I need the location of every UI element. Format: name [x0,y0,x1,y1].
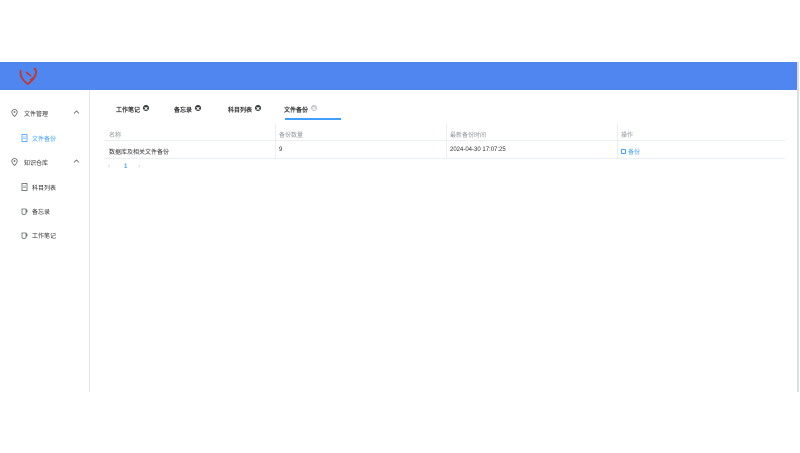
backup-button[interactable]: 备份 [621,147,640,156]
chevron-up-icon [73,110,80,114]
cell-name: 数据库及相关文件备份 [109,150,170,156]
column-header-count: 备份数量 [279,133,304,139]
window-right-edge [797,62,799,392]
table-header-row: 名称 备份数量 最新备份时间 操作 [104,124,785,141]
sidebar-group-file-management[interactable]: 文件管理 [0,102,89,124]
app-window: 文件管理 文件备份 知识仓库 科目列表 备忘录 工作笔记 工作笔记 备忘录 科目… [0,62,797,392]
tab-label: 备忘录 [174,108,193,114]
chevron-up-icon [73,159,80,163]
close-icon[interactable] [311,105,317,111]
tab-label: 科目列表 [228,108,253,114]
close-icon[interactable] [255,105,261,111]
sidebar-item-label: 科目列表 [32,186,57,192]
cell-count: 9 [279,147,283,153]
cup-icon [21,232,28,239]
document-icon [21,183,28,191]
sidebar-item-file-backup[interactable]: 文件备份 [0,127,89,149]
sidebar: 文件管理 文件备份 知识仓库 科目列表 备忘录 工作笔记 [0,90,90,392]
sidebar-group-label: 知识仓库 [24,161,49,167]
column-header-name: 名称 [109,133,122,139]
close-icon[interactable] [143,105,149,111]
sidebar-item-memo[interactable]: 备忘录 [0,200,89,222]
backup-table: 名称 备份数量 最新备份时间 操作 数据库及相关文件备份 9 2024-04-3… [104,124,785,159]
cup-icon [21,208,28,215]
column-header-action: 操作 [621,133,634,139]
sidebar-item-label: 文件备份 [32,137,57,143]
sidebar-item-label: 备忘录 [32,210,51,216]
location-pin-icon [11,158,18,166]
edit-icon [621,149,626,154]
document-icon [21,134,28,142]
sidebar-group-label: 文件管理 [24,112,49,118]
sidebar-group-knowledge-base[interactable]: 知识仓库 [0,151,89,173]
tab-label: 文件备份 [284,108,309,114]
location-pin-icon [11,109,18,117]
sidebar-item-work-notes[interactable]: 工作笔记 [0,224,89,246]
sidebar-item-subject-list[interactable]: 科目列表 [0,176,89,198]
top-header [0,62,797,90]
backup-button-label: 备份 [628,150,641,156]
page-number-current[interactable]: 1 [124,164,127,170]
prev-page-button[interactable]: ‹ [108,163,110,170]
main-content: 工作笔记 备忘录 科目列表 文件备份 名称 备份数量 最新备份时间 操作 数据库… [90,90,797,392]
next-page-button[interactable]: › [138,163,140,170]
sidebar-item-label: 工作笔记 [32,234,57,240]
column-header-time: 最新备份时间 [450,133,487,139]
active-tab-indicator [285,118,341,120]
cell-time: 2024-04-30 17:07:25 [450,147,506,153]
tab-bar: 工作笔记 备忘录 科目列表 文件备份 [104,98,794,120]
tab-label: 工作笔记 [116,108,141,114]
table-row: 数据库及相关文件备份 9 2024-04-30 17:07:25 备份 [104,141,785,159]
close-icon[interactable] [195,105,201,111]
logo-icon [19,67,38,86]
